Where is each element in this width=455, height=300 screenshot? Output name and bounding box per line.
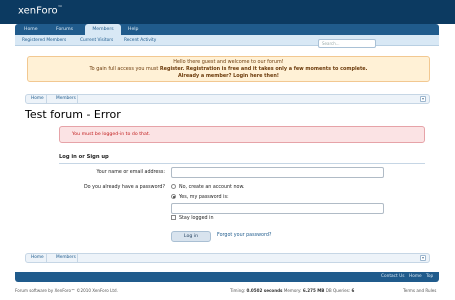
login-button[interactable]: Log in — [171, 231, 211, 242]
debug-info: Timing: 0.0502 seconds Memory: 6.275 MB … — [230, 288, 354, 293]
timing-value: 0.0502 seconds — [246, 288, 283, 293]
notice-register-link[interactable]: Register. Registration is free and it ta… — [160, 66, 368, 72]
breadcrumb: Home Members ▾ — [25, 94, 430, 104]
breadcrumb-separator — [75, 95, 78, 103]
memory-label: Memory: — [283, 288, 302, 293]
footer-top[interactable]: Top — [426, 272, 433, 282]
radio-no-icon[interactable] — [171, 184, 176, 189]
queries-label: DB Queries: — [325, 288, 351, 293]
stay-logged-in[interactable]: Stay logged in — [171, 215, 213, 221]
footer-home[interactable]: Home — [409, 272, 422, 282]
jump-menu-icon[interactable]: ▾ — [420, 255, 426, 261]
timing-label: Timing: — [230, 288, 246, 293]
memory-value: 6.275 MB — [302, 288, 325, 293]
name-label: Your name or email address: — [96, 170, 165, 175]
radio-no-label: No, create an account now. — [179, 185, 245, 190]
nav-tab-members[interactable]: Members — [85, 24, 121, 35]
nav-tab-help[interactable]: Help — [123, 24, 143, 35]
notice-line-3[interactable]: Already a member? Login here then! — [28, 73, 429, 80]
stay-logged-in-label: Stay logged in — [179, 216, 214, 221]
logo-text: xenForo — [18, 5, 58, 17]
radio-yes-label: Yes, my password is: — [179, 195, 229, 200]
subnav-recent-activity[interactable]: Recent Activity — [124, 35, 156, 46]
nav-tab-forums[interactable]: Forums — [51, 24, 78, 35]
radio-yes-icon[interactable] — [171, 194, 176, 199]
breadcrumb-separator — [44, 254, 47, 262]
breadcrumb-separator — [44, 95, 47, 103]
password-input[interactable] — [171, 203, 384, 214]
error-message: You must be logged-in to do that. — [59, 126, 425, 143]
password-question-label: Do you already have a password? — [83, 185, 165, 190]
logo-trademark: ™ — [57, 5, 63, 11]
breadcrumb-bottom: Home Members ▾ — [25, 253, 430, 263]
footer-bar: Contact Us Home Top — [15, 272, 439, 282]
subnav-registered-members[interactable]: Registered Members — [22, 35, 66, 46]
site-header: xenForo™ — [0, 0, 455, 24]
login-heading: Log in or Sign up — [59, 154, 425, 164]
subnav-current-visitors[interactable]: Current Visitors — [80, 35, 113, 46]
stay-logged-in-checkbox[interactable] — [171, 215, 176, 220]
main-nav: Home Forums Members Help — [15, 24, 439, 35]
notice-line-2-prefix: To gain full access you must — [89, 66, 160, 72]
site-logo[interactable]: xenForo™ — [18, 5, 63, 16]
notice-line-1: Hello there guest and welcome to our for… — [173, 59, 284, 65]
breadcrumb-members[interactable]: Members — [56, 95, 76, 103]
forgot-password-link[interactable]: Forgot your password? — [217, 233, 271, 238]
breadcrumb-separator — [75, 254, 78, 262]
guest-notice: Hello there guest and welcome to our for… — [27, 56, 430, 82]
footer-contact-us[interactable]: Contact Us — [381, 272, 404, 282]
breadcrumb-members[interactable]: Members — [56, 254, 76, 262]
radio-has-password[interactable]: Yes, my password is: — [171, 194, 229, 200]
breadcrumb-home[interactable]: Home — [31, 95, 44, 103]
search-input[interactable]: Search... — [318, 39, 376, 48]
notice-line-2: To gain full access you must Register. R… — [28, 66, 429, 73]
breadcrumb-home[interactable]: Home — [31, 254, 44, 262]
radio-no-account[interactable]: No, create an account now. — [171, 184, 244, 190]
page-title: Test forum - Error — [25, 108, 121, 121]
nav-tab-home[interactable]: Home — [19, 24, 43, 35]
name-email-input[interactable] — [171, 167, 384, 178]
terms-link[interactable]: Terms and Rules — [403, 288, 436, 293]
queries-value: 6 — [351, 288, 355, 293]
software-credit[interactable]: Forum software by XenForo™ ©2010 XenForo… — [15, 288, 118, 293]
jump-menu-icon[interactable]: ▾ — [420, 96, 426, 102]
